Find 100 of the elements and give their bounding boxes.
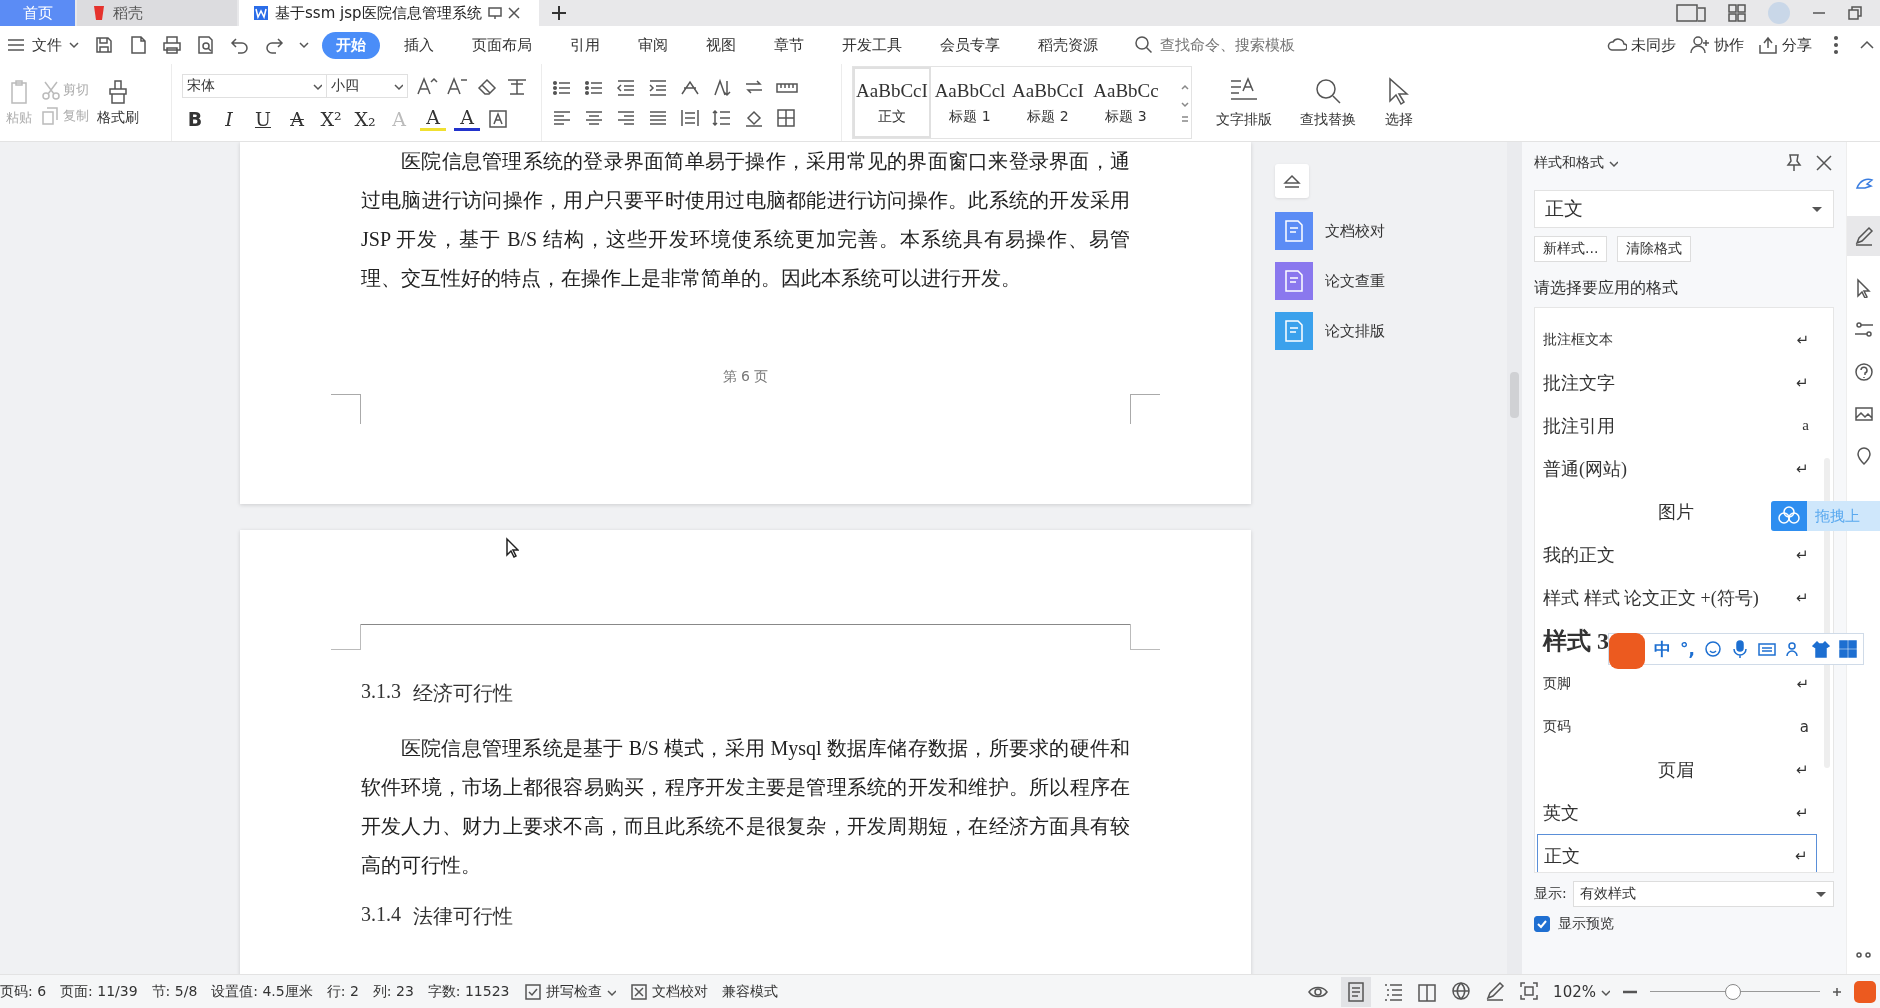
- save-icon[interactable]: [94, 35, 114, 55]
- sliders-icon[interactable]: [1853, 320, 1874, 340]
- eraser-icon[interactable]: [476, 76, 498, 96]
- menu-tab[interactable]: 插入: [390, 31, 448, 59]
- keyboard-icon[interactable]: [1757, 640, 1776, 658]
- caret-icon: [68, 39, 80, 51]
- style-preset[interactable]: AaBbCcl 标题 1: [931, 67, 1009, 138]
- style-list-item[interactable]: 我的正文 ↵: [1537, 533, 1817, 576]
- device-icon[interactable]: [1676, 4, 1706, 22]
- menu-tab[interactable]: 视图: [692, 31, 750, 59]
- superscript-button[interactable]: X²: [318, 107, 344, 130]
- crop-mark: [1130, 394, 1160, 424]
- panel-button[interactable]: 清除格式: [1617, 236, 1692, 262]
- shrink-font-icon[interactable]: [446, 76, 468, 96]
- style-list-item[interactable]: 正文 ↵: [1537, 834, 1817, 872]
- emoji-icon[interactable]: [1703, 640, 1722, 658]
- style-list-item[interactable]: 页脚 ↵: [1537, 662, 1817, 705]
- ime-button[interactable]: °,: [1680, 639, 1695, 659]
- print-preview-icon[interactable]: [196, 35, 216, 55]
- style-list-item[interactable]: 普通(网站) ↵: [1537, 447, 1817, 490]
- menu-tab[interactable]: 章节: [760, 31, 818, 59]
- character-border-icon[interactable]: [488, 108, 508, 129]
- style-list-item[interactable]: 批注框文本 ↵: [1537, 318, 1817, 361]
- menu-tab[interactable]: 审阅: [624, 31, 682, 59]
- grid-icon[interactable]: [1838, 640, 1857, 658]
- ime-button[interactable]: 中: [1654, 637, 1671, 661]
- style-preset[interactable]: AaBbCcI 标题 2: [1009, 67, 1087, 138]
- side-tool-button[interactable]: 论文排版: [1275, 312, 1385, 350]
- style-preset[interactable]: AaBbCcI 正文: [853, 67, 931, 138]
- style-list-item[interactable]: 英文 ↵: [1537, 791, 1817, 834]
- subscript-button[interactable]: X₂: [352, 107, 378, 130]
- toolbar-button[interactable]: 格式刷: [97, 78, 139, 127]
- document-icon[interactable]: [128, 35, 148, 55]
- microphone-icon[interactable]: [1730, 640, 1749, 658]
- style-dropdown[interactable]: 正文: [1534, 190, 1834, 228]
- grow-font-icon[interactable]: [416, 76, 438, 96]
- style-list-item[interactable]: 批注引用 a: [1537, 404, 1817, 447]
- borders-icon[interactable]: [776, 107, 798, 128]
- strikethrough-button[interactable]: A: [284, 107, 310, 130]
- redo-icon[interactable]: [264, 35, 284, 55]
- close-icon[interactable]: [1814, 153, 1834, 173]
- shirt-icon[interactable]: [1811, 640, 1830, 658]
- page-view-icon[interactable]: [1341, 976, 1372, 1007]
- style-list-item[interactable]: 样式 样式 论文正文 +(符号) ↵: [1537, 576, 1817, 619]
- sort-icon[interactable]: [712, 77, 734, 98]
- restore-icon[interactable]: [1848, 6, 1862, 20]
- toolbar-button[interactable]: 选择: [1384, 76, 1414, 129]
- more-icon[interactable]: [1853, 950, 1874, 960]
- tab[interactable]: 稻壳: [77, 0, 237, 26]
- style-list-item[interactable]: 页码 a: [1537, 705, 1817, 748]
- monitor-icon[interactable]: [487, 6, 502, 20]
- menu-tab[interactable]: 会员专享: [926, 31, 1014, 59]
- zoom-dropdown[interactable]: 102%: [1553, 982, 1610, 1001]
- panel-title[interactable]: 样式和格式: [1534, 154, 1618, 172]
- search-field[interactable]: 查找命令、搜索模板: [1134, 35, 1318, 55]
- panel-button[interactable]: 新样式...: [1534, 236, 1608, 262]
- toolbar-button[interactable]: 协作: [1690, 35, 1744, 55]
- print-icon[interactable]: [162, 35, 182, 55]
- menu-tab[interactable]: 引用: [556, 31, 614, 59]
- tab[interactable]: 基于ssm jsp医院信息管理系统: [239, 0, 539, 26]
- toolbar-button[interactable]: 文字排版: [1216, 76, 1272, 129]
- image-icon[interactable]: [1853, 404, 1874, 424]
- heading-text: 经济可行性: [413, 681, 513, 706]
- side-tool-button[interactable]: 文档校对: [1275, 212, 1385, 250]
- menu-tab[interactable]: 开发工具: [828, 31, 916, 59]
- font-color-button[interactable]: A: [454, 106, 480, 131]
- caret-icon[interactable]: [298, 39, 310, 51]
- toolbar-button[interactable]: 查找替换: [1300, 76, 1356, 129]
- close-icon[interactable]: [507, 7, 520, 19]
- font-dropdown[interactable]: 宋体: [182, 74, 327, 98]
- style-list-item[interactable]: 批注文字 ↵: [1537, 361, 1817, 404]
- underline-button[interactable]: U: [250, 107, 276, 130]
- style-preset[interactable]: AaBbCc 标题 3: [1087, 67, 1165, 138]
- collapse-button[interactable]: [1275, 164, 1309, 198]
- file-menu[interactable]: 文件: [6, 35, 80, 55]
- highlight-button[interactable]: A: [420, 106, 446, 131]
- status-text: 字数: 11523: [427, 982, 510, 1001]
- undo-icon[interactable]: [230, 35, 250, 55]
- side-tool-button[interactable]: 论文查重: [1275, 262, 1385, 300]
- status-button[interactable]: 文档校对: [629, 982, 708, 1001]
- edit-icon[interactable]: [1846, 216, 1880, 256]
- cross-box-icon: [629, 982, 648, 1001]
- grid-icon[interactable]: [1728, 4, 1746, 22]
- checkbox[interactable]: [1534, 916, 1550, 932]
- filter-dropdown[interactable]: 有效样式: [1572, 881, 1834, 907]
- add-tab-icon[interactable]: [551, 5, 567, 21]
- italic-button[interactable]: I: [216, 107, 242, 130]
- style-list-item[interactable]: 页眉 ↵: [1537, 748, 1817, 791]
- bold-button[interactable]: B: [182, 107, 208, 130]
- help-icon[interactable]: [1853, 362, 1874, 382]
- pin-icon[interactable]: [1784, 153, 1804, 173]
- toolbar-button[interactable]: 分享: [1758, 35, 1812, 55]
- menu-tab[interactable]: 稻壳资源: [1024, 31, 1112, 59]
- font-size-dropdown[interactable]: 小四: [326, 74, 408, 98]
- status-button[interactable]: 拼写检查: [523, 982, 616, 1001]
- menu-tab[interactable]: 页面布局: [458, 31, 546, 59]
- distribute-icon[interactable]: [680, 107, 702, 128]
- crop-mark: [1130, 624, 1160, 650]
- toolbar-button[interactable]: 未同步: [1607, 35, 1676, 55]
- scrollbar[interactable]: [1507, 142, 1522, 974]
